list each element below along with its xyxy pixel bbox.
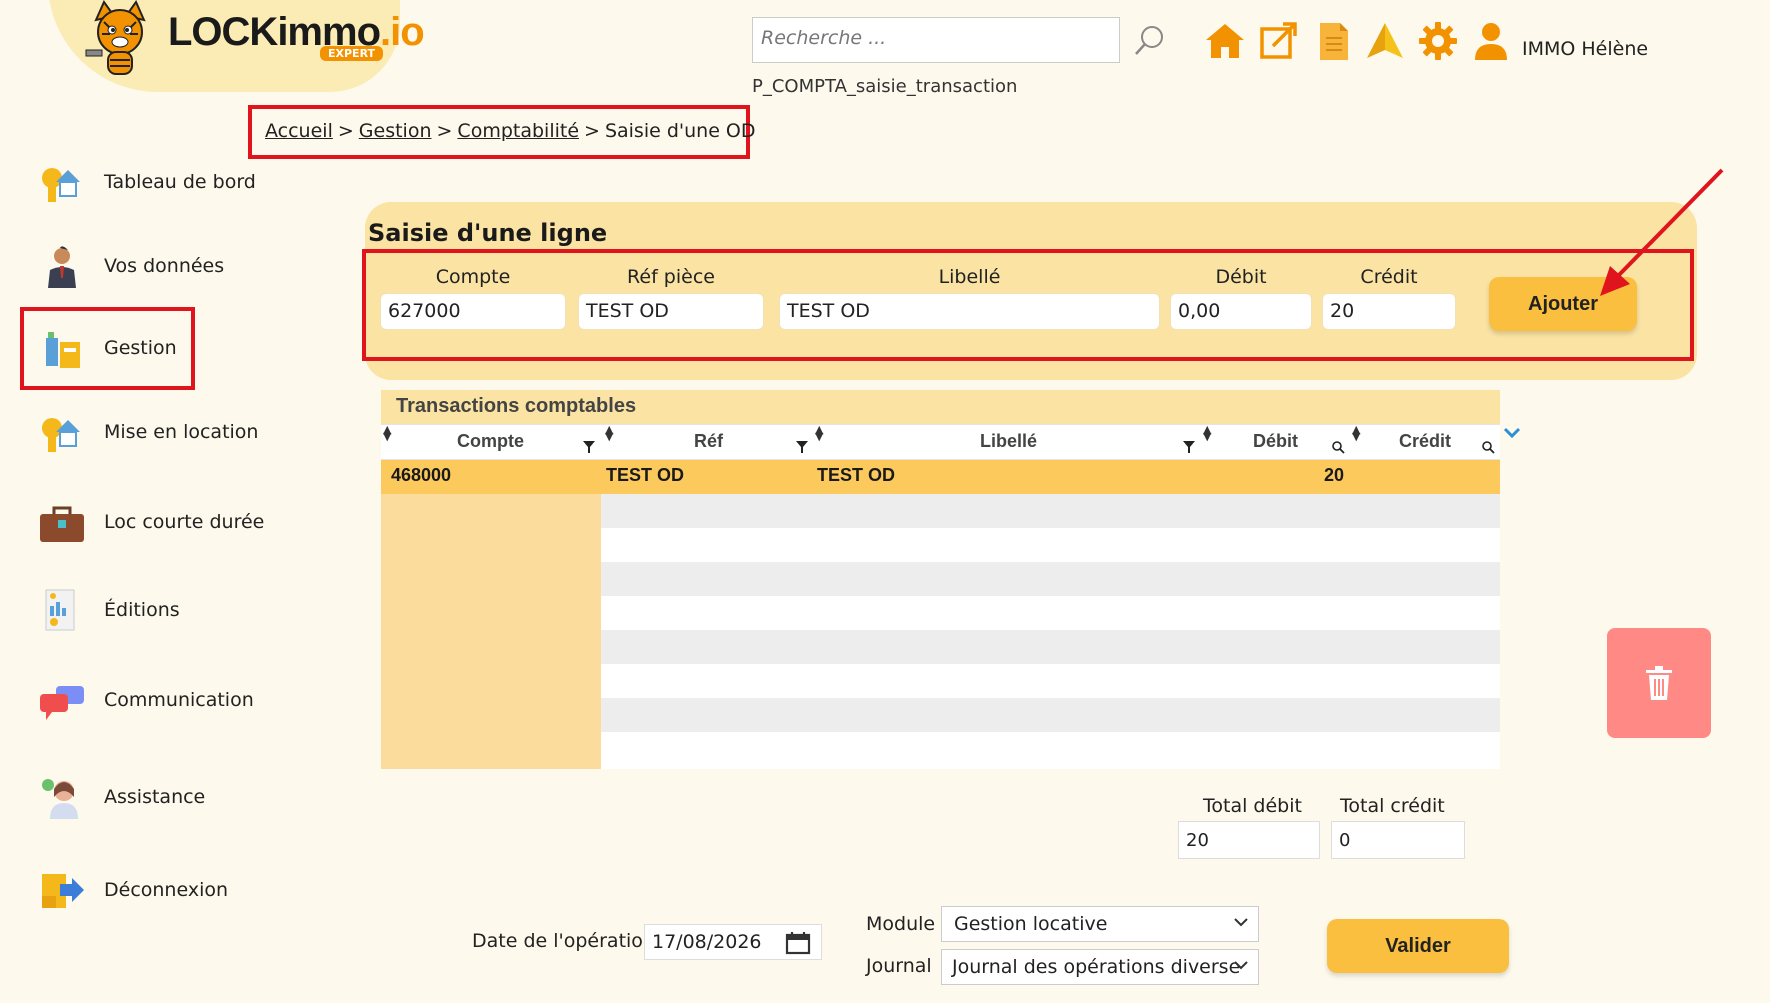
sidebar-item-mise-en-location[interactable]: Mise en location	[38, 408, 258, 456]
module-select[interactable]: Gestion locative	[941, 906, 1259, 942]
search-debit-icon[interactable]	[1331, 440, 1345, 454]
ref-piece-field[interactable]: TEST OD	[578, 293, 764, 330]
table-row-empty	[381, 562, 1500, 596]
chat-icon	[40, 686, 84, 720]
column-header-debit[interactable]: Débit	[1253, 431, 1298, 452]
journal-select[interactable]: Journal des opérations diverse	[941, 949, 1259, 985]
logout-icon	[42, 874, 84, 908]
external-link-icon[interactable]	[1257, 20, 1299, 62]
sort-ref-icon[interactable]: ▲ ▼	[605, 424, 613, 442]
date-field[interactable]: 17/08/2026	[644, 924, 822, 960]
total-debit-label: Total débit	[1203, 795, 1302, 817]
suitcase-icon	[40, 506, 84, 542]
search-credit-icon[interactable]	[1481, 440, 1495, 454]
column-header-ref[interactable]: Réf	[694, 431, 723, 452]
rental-icon	[42, 418, 80, 452]
table-row-empty	[381, 698, 1500, 732]
sidebar-item-editions[interactable]: Éditions	[38, 586, 180, 634]
logo-badge: EXPERT	[320, 46, 384, 61]
sort-debit-icon[interactable]: ▲ ▼	[1203, 424, 1211, 442]
sidebar-item-vos-donnees[interactable]: Vos données	[38, 242, 224, 290]
ref-piece-label: Réf pièce	[627, 266, 715, 288]
debit-label: Débit	[1215, 266, 1267, 288]
sidebar-item-loc-courte-duree[interactable]: Loc courte durée	[38, 498, 264, 546]
validate-button[interactable]: Valider	[1327, 919, 1509, 973]
sidebar-item-communication[interactable]: Communication	[38, 676, 254, 724]
chevron-down-icon	[1234, 961, 1248, 970]
gear-icon[interactable]	[1417, 20, 1459, 62]
person-icon	[48, 246, 76, 288]
filter-ref-icon[interactable]	[795, 440, 809, 454]
libelle-field[interactable]: TEST OD	[779, 293, 1160, 330]
user-name[interactable]: IMMO Hélène	[1522, 38, 1648, 60]
table-row-empty	[381, 596, 1500, 630]
sort-credit-icon[interactable]: ▲ ▼	[1352, 424, 1360, 442]
annotation-arrow-icon	[1600, 168, 1724, 296]
breadcrumb-home[interactable]: Accueil	[265, 120, 333, 142]
logo[interactable]: LOCKimmo.io	[168, 10, 425, 55]
libelle-label: Libellé	[938, 266, 1001, 288]
date-label: Date de l'opération	[472, 930, 655, 952]
debit-field[interactable]: 0,00	[1170, 293, 1312, 330]
sidebar-item-gestion[interactable]: Gestion	[38, 324, 177, 372]
delete-button[interactable]	[1607, 628, 1711, 738]
total-credit-field: 0	[1331, 821, 1465, 859]
sidebar-item-assistance[interactable]: Assistance	[38, 773, 205, 821]
chevron-down-icon[interactable]	[1503, 426, 1521, 440]
support-icon	[42, 779, 78, 819]
table-row-empty	[381, 494, 1500, 528]
sort-libelle-icon[interactable]: ▲ ▼	[815, 424, 823, 442]
breadcrumb: Accueil > Gestion > Comptabilité > Saisie d'un…	[248, 105, 756, 159]
search-icon[interactable]	[1132, 24, 1166, 58]
calendar-icon[interactable]	[785, 931, 811, 955]
entry-title: Saisie d'une ligne	[368, 219, 608, 247]
cell-compte: 468000	[391, 465, 452, 485]
table-row-empty	[381, 664, 1500, 698]
breadcrumb-comptabilite[interactable]: Comptabilité	[457, 120, 579, 142]
report-icon	[45, 589, 75, 631]
home-icon[interactable]	[1204, 20, 1246, 62]
table-row-empty	[381, 630, 1500, 664]
compte-label: Compte	[435, 266, 511, 288]
page-code: P_COMPTA_saisie_transaction	[752, 76, 1018, 97]
cell-libelle: TEST OD	[817, 465, 896, 485]
column-header-libelle[interactable]: Libellé	[980, 431, 1037, 452]
journal-label: Journal	[866, 955, 932, 977]
total-credit-label: Total crédit	[1340, 795, 1445, 817]
compte-field[interactable]: 627000	[380, 293, 566, 330]
sort-compte-icon[interactable]: ▲ ▼	[383, 424, 391, 442]
search-input[interactable]: Recherche ...	[752, 17, 1120, 63]
breadcrumb-gestion[interactable]: Gestion	[359, 120, 432, 142]
credit-field[interactable]: 20	[1322, 293, 1456, 330]
credit-label: Crédit	[1360, 266, 1418, 288]
user-icon[interactable]	[1470, 20, 1512, 62]
cat-mascot-icon	[85, 0, 146, 75]
grid-title: Transactions comptables	[396, 395, 637, 417]
table-row-empty	[381, 528, 1500, 562]
column-header-compte[interactable]: Compte	[457, 431, 524, 452]
breadcrumb-current: Saisie d'une OD	[604, 120, 756, 142]
cell-ref: TEST OD	[606, 465, 685, 485]
alert-icon[interactable]	[1364, 20, 1406, 62]
management-icon	[46, 332, 80, 368]
filter-compte-icon[interactable]	[582, 440, 596, 454]
table-row-empty	[381, 732, 1500, 769]
chevron-down-icon	[1234, 918, 1248, 927]
sidebar-item-deconnexion[interactable]: Déconnexion	[38, 866, 228, 914]
sidebar-item-tableau-de-bord[interactable]: Tableau de bord	[38, 158, 256, 206]
cell-debit: 20	[1324, 465, 1345, 485]
trash-icon	[1646, 666, 1672, 700]
filter-libelle-icon[interactable]	[1182, 440, 1196, 454]
dashboard-icon	[42, 168, 80, 202]
document-icon[interactable]	[1312, 20, 1354, 62]
column-header-credit[interactable]: Crédit	[1399, 431, 1451, 452]
total-debit-field: 20	[1178, 821, 1320, 859]
module-label: Module	[866, 913, 936, 935]
